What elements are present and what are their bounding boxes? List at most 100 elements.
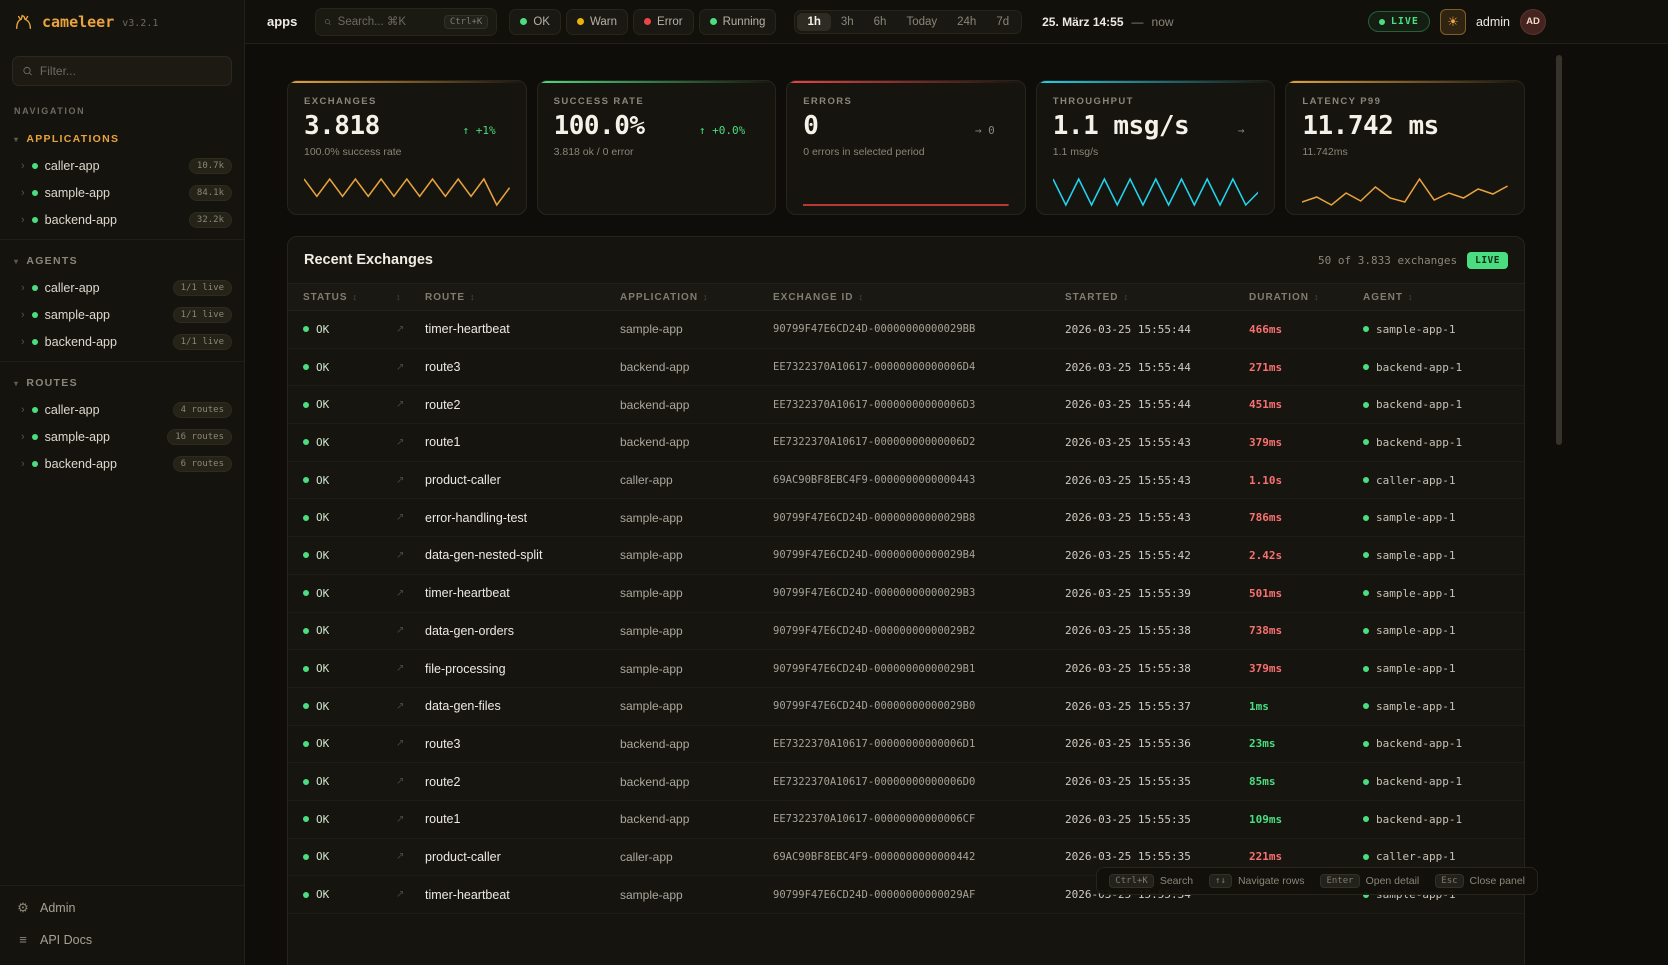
- agent-label: sample-app-1: [1376, 549, 1455, 562]
- stat-value-row: 0→ 0: [803, 113, 1009, 139]
- table-row[interactable]: OK↗timer-heartbeatsample-app90799F47E6CD…: [288, 311, 1524, 349]
- exchange-id-cell: 90799F47E6CD24D-00000000000029B2: [773, 625, 1065, 637]
- table-row[interactable]: OK↗route3backend-appEE7322370A10617-0000…: [288, 349, 1524, 387]
- sidebar-item-caller-app[interactable]: ›caller-app1/1 live: [0, 274, 244, 301]
- table-row[interactable]: OK↗route1backend-appEE7322370A10617-0000…: [288, 424, 1524, 462]
- status-label: OK: [316, 511, 329, 524]
- sort-icon: ↕: [858, 292, 864, 302]
- stat-subtext: 1.1 msg/s: [1053, 146, 1259, 158]
- hint-label: Search: [1160, 875, 1193, 887]
- sidebar-item-sample-app[interactable]: ›sample-app1/1 live: [0, 301, 244, 328]
- stat-value: 1.1 msg/s: [1053, 113, 1189, 139]
- column-header-route[interactable]: ROUTE↕: [425, 292, 620, 303]
- search-input[interactable]: [338, 16, 438, 28]
- time-range-today[interactable]: Today: [896, 13, 947, 31]
- agent-cell: sample-app-1: [1363, 624, 1524, 637]
- card-accent-bar: [538, 81, 776, 83]
- agent-status-dot: [1363, 816, 1369, 822]
- avatar[interactable]: AD: [1520, 9, 1546, 35]
- time-range-7d[interactable]: 7d: [986, 13, 1019, 31]
- search-shortcut-kbd: Ctrl+K: [444, 15, 489, 29]
- agent-cell: caller-app-1: [1363, 474, 1524, 487]
- table-row[interactable]: OK↗timer-heartbeatsample-app90799F47E6CD…: [288, 575, 1524, 613]
- column-label: STATUS: [303, 292, 348, 303]
- stat-delta: → 0: [975, 124, 1009, 139]
- date-range[interactable]: 25. März 14:55 — now: [1042, 15, 1173, 29]
- status-filter-ok[interactable]: OK: [509, 9, 561, 35]
- sidebar-footer-admin[interactable]: ⚙Admin: [0, 892, 244, 924]
- table-row[interactable]: OK↗error-handling-testsample-app90799F47…: [288, 499, 1524, 537]
- time-range-3h[interactable]: 3h: [831, 13, 864, 31]
- sidebar-section-header[interactable]: ▾AGENTS: [0, 248, 244, 274]
- table-row[interactable]: OK↗file-processingsample-app90799F47E6CD…: [288, 650, 1524, 688]
- sidebar-item-sample-app[interactable]: ›sample-app16 routes: [0, 423, 244, 450]
- time-range-1h[interactable]: 1h: [797, 13, 830, 31]
- column-label: AGENT: [1363, 292, 1403, 303]
- agent-status-dot: [1363, 402, 1369, 408]
- status-filter-error[interactable]: Error: [633, 9, 694, 35]
- status-filter-running[interactable]: Running: [699, 9, 777, 35]
- time-range-6h[interactable]: 6h: [864, 13, 897, 31]
- agent-label: sample-app-1: [1376, 323, 1455, 336]
- table-body: OK↗timer-heartbeatsample-app90799F47E6CD…: [288, 311, 1524, 914]
- status-cell: OK: [303, 511, 396, 524]
- status-ok-dot: [303, 666, 309, 672]
- stat-delta: ↑ +0.0%: [699, 124, 759, 139]
- stat-label: SUCCESS RATE: [554, 96, 760, 107]
- duration-cell: 786ms: [1249, 511, 1363, 524]
- sidebar-section-header[interactable]: ▾APPLICATIONS: [0, 126, 244, 152]
- table-row[interactable]: OK↗data-gen-nested-splitsample-app90799F…: [288, 537, 1524, 575]
- sidebar-item-caller-app[interactable]: ›caller-app4 routes: [0, 396, 244, 423]
- table-row[interactable]: OK↗route2backend-appEE7322370A10617-0000…: [288, 763, 1524, 801]
- theme-toggle-button[interactable]: ☀: [1440, 9, 1466, 35]
- column-header-duration[interactable]: DURATION↕: [1249, 292, 1363, 303]
- agent-status-dot: [1363, 854, 1369, 860]
- table-row[interactable]: OK↗data-gen-orderssample-app90799F47E6CD…: [288, 613, 1524, 651]
- table-row[interactable]: OK↗product-callercaller-app69AC90BF8EBC4…: [288, 462, 1524, 500]
- scrollbar[interactable]: [1556, 55, 1562, 445]
- status-filter-warn[interactable]: Warn: [566, 9, 628, 35]
- route-cell: route1: [425, 435, 620, 449]
- sidebar-item-backend-app[interactable]: ›backend-app1/1 live: [0, 328, 244, 355]
- agent-cell: backend-app-1: [1363, 361, 1524, 374]
- column-header-exchange-id[interactable]: EXCHANGE ID↕: [773, 292, 1065, 303]
- status-label: OK: [316, 323, 329, 336]
- status-label: OK: [316, 474, 329, 487]
- sidebar-item-sample-app[interactable]: ›sample-app84.1k: [0, 179, 244, 206]
- external-link-icon: ↗: [396, 625, 425, 636]
- column-header-agent[interactable]: AGENT↕: [1363, 292, 1524, 303]
- stat-subtext: 3.818 ok / 0 error: [554, 146, 760, 158]
- sidebar-item-backend-app[interactable]: ›backend-app32.2k: [0, 206, 244, 233]
- external-link-icon: ↗: [396, 362, 425, 373]
- agent-label: backend-app-1: [1376, 398, 1462, 411]
- sidebar-footer-api-docs[interactable]: ≡API Docs: [0, 924, 244, 955]
- column-header-status[interactable]: STATUS↕: [303, 292, 396, 303]
- column-header-application[interactable]: APPLICATION↕: [620, 292, 773, 303]
- agent-cell: backend-app-1: [1363, 436, 1524, 449]
- exchange-id-cell: 90799F47E6CD24D-00000000000029B1: [773, 663, 1065, 675]
- global-search[interactable]: Ctrl+K: [315, 8, 497, 36]
- sidebar-item-caller-app[interactable]: ›caller-app10.7k: [0, 152, 244, 179]
- sidebar-item-backend-app[interactable]: ›backend-app6 routes: [0, 450, 244, 477]
- agent-label: caller-app-1: [1376, 474, 1455, 487]
- column-label: DURATION: [1249, 292, 1309, 303]
- agent-label: sample-app-1: [1376, 700, 1455, 713]
- column-header-started[interactable]: STARTED↕: [1065, 292, 1249, 303]
- agent-cell: sample-app-1: [1363, 549, 1524, 562]
- column-header-link[interactable]: ↕: [396, 292, 425, 302]
- table-row[interactable]: OK↗data-gen-filessample-app90799F47E6CD2…: [288, 688, 1524, 726]
- table-row[interactable]: OK↗route1backend-appEE7322370A10617-0000…: [288, 801, 1524, 839]
- route-cell: route2: [425, 398, 620, 412]
- duration-cell: 501ms: [1249, 587, 1363, 600]
- filter-input[interactable]: [40, 64, 222, 78]
- list-icon: ≡: [16, 932, 30, 947]
- sidebar-filter[interactable]: [12, 56, 232, 86]
- sidebar-item-label: sample-app: [45, 308, 110, 322]
- time-range-24h[interactable]: 24h: [947, 13, 986, 31]
- table-row[interactable]: OK↗route3backend-appEE7322370A10617-0000…: [288, 726, 1524, 764]
- hint-open-detail: EnterOpen detail: [1320, 874, 1419, 888]
- table-row[interactable]: OK↗route2backend-appEE7322370A10617-0000…: [288, 386, 1524, 424]
- sidebar-section-header[interactable]: ▾ROUTES: [0, 370, 244, 396]
- status-cell: OK: [303, 361, 396, 374]
- live-indicator[interactable]: LIVE: [1368, 11, 1430, 32]
